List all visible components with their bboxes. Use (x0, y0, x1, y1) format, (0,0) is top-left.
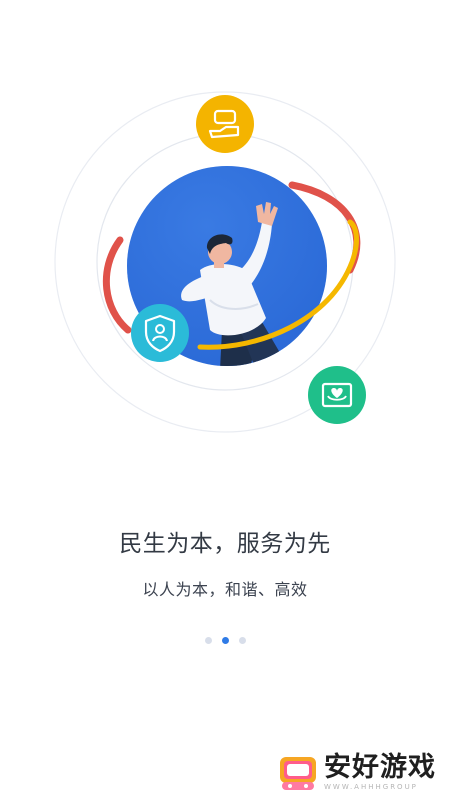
page-indicator[interactable] (0, 637, 450, 644)
page-dot-1[interactable] (204, 637, 212, 644)
gamepad-logo-icon (280, 756, 316, 790)
top-service-badge (196, 95, 254, 153)
subheadline: 以人为本，和谐、高效 (142, 580, 308, 599)
left-security-badge (131, 304, 189, 362)
page-dot-3[interactable] (238, 637, 246, 644)
watermark-sub: WWW.AHHHGROUP (324, 783, 418, 791)
headline: 民生为本，服务为先 (119, 531, 331, 557)
watermark-brand: 安好游戏 (324, 752, 436, 783)
onboarding-screen: 民生为本，服务为先 以人为本，和谐、高效 安好游戏 WWW.AHHHGROUP (0, 0, 450, 800)
watermark: 安好游戏 WWW.AHHHGROUP (278, 753, 436, 792)
hero-illustration (0, 0, 450, 460)
page-dot-2-active[interactable] (221, 637, 229, 644)
right-care-badge (308, 366, 366, 424)
